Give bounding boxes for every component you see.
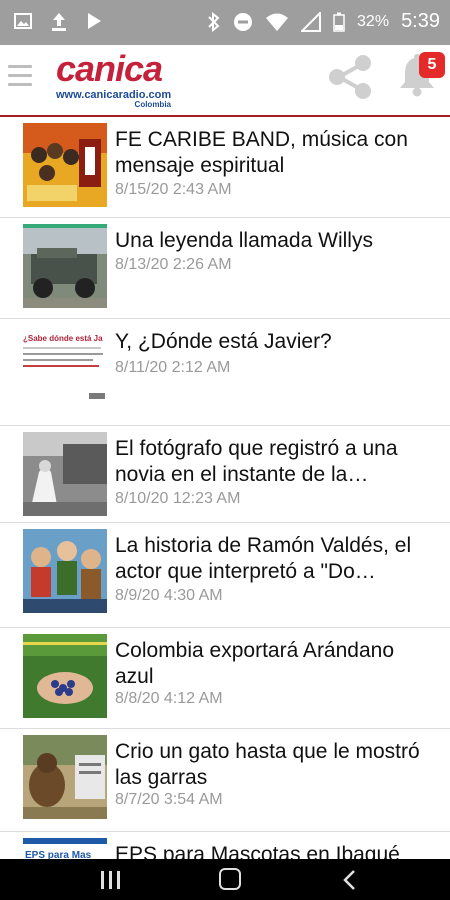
logo-word: canica	[56, 48, 163, 89]
signal-icon	[301, 11, 322, 32]
article-title[interactable]: La historia de Ramón Valdés, el actor qu…	[115, 533, 435, 585]
bluetooth-icon	[207, 11, 221, 32]
back-icon[interactable]	[342, 869, 356, 896]
logo-country: Colombia	[134, 100, 171, 109]
battery-icon	[333, 12, 345, 32]
list-item[interactable]: ¿Sabe dónde está Ja Y, ¿Dónde está Javie…	[0, 319, 450, 426]
system-navigation-bar	[0, 859, 450, 900]
gallery-icon	[14, 12, 32, 32]
notification-badge[interactable]: 5	[419, 52, 445, 78]
article-thumbnail	[23, 432, 107, 516]
list-item[interactable]: Una leyenda llamada Willys 8/13/20 2:26 …	[0, 218, 450, 319]
list-item[interactable]: EPS para Mas EPS para Mascotas en Ibagué	[0, 832, 450, 859]
clock: 5:39	[401, 10, 440, 32]
article-thumbnail	[23, 735, 107, 819]
list-item[interactable]: Colombia exportará Arándano azul 8/8/20 …	[0, 628, 450, 729]
article-date: 8/15/20 2:43 AM	[115, 181, 232, 198]
upload-icon	[50, 12, 68, 32]
list-item[interactable]: La historia de Ramón Valdés, el actor qu…	[0, 523, 450, 628]
status-bar: 32% 5:39	[0, 0, 450, 45]
article-thumbnail	[23, 529, 107, 613]
list-item[interactable]: El fotógrafo que registró a una novia en…	[0, 426, 450, 523]
article-title[interactable]: Una leyenda llamada Willys	[115, 228, 435, 254]
article-title[interactable]: El fotógrafo que registró a una novia en…	[115, 436, 435, 488]
status-right-icons: 32% 5:39	[207, 10, 440, 33]
article-title[interactable]: FE CARIBE BAND, música con mensaje espir…	[115, 127, 435, 179]
article-thumbnail	[23, 123, 107, 207]
article-thumbnail	[23, 224, 107, 308]
article-date: 8/11/20 2:12 AM	[115, 359, 231, 376]
hamburger-menu-icon[interactable]	[8, 65, 32, 91]
article-thumbnail: ¿Sabe dónde está Ja	[23, 329, 107, 413]
battery-percent: 32%	[357, 12, 390, 30]
thumbnail-text: EPS para Mas	[25, 850, 92, 859]
home-icon[interactable]	[219, 868, 241, 890]
article-title[interactable]: Crio un gato hasta que le mostró las gar…	[115, 739, 435, 791]
do-not-disturb-icon	[233, 12, 253, 32]
wifi-icon	[265, 12, 289, 32]
status-left-icons	[14, 12, 102, 32]
share-icon[interactable]	[325, 52, 375, 107]
article-thumbnail	[23, 634, 107, 718]
article-title[interactable]: EPS para Mascotas en Ibagué	[115, 842, 435, 859]
article-date: 8/13/20 2:26 AM	[115, 256, 232, 273]
article-date: 8/10/20 12:23 AM	[115, 490, 241, 507]
list-item[interactable]: Crio un gato hasta que le mostró las gar…	[0, 729, 450, 832]
article-date: 8/8/20 4:12 AM	[115, 690, 223, 707]
article-date: 8/9/20 4:30 AM	[115, 587, 223, 604]
article-thumbnail: EPS para Mas	[23, 838, 107, 859]
article-title[interactable]: Colombia exportará Arándano azul	[115, 638, 435, 690]
app-bar: canica www.canicaradio.com Colombia	[0, 45, 450, 117]
thumbnail-text: ¿Sabe dónde está Ja	[23, 334, 103, 343]
article-list: FE CARIBE BAND, música con mensaje espir…	[0, 117, 450, 859]
list-item[interactable]: FE CARIBE BAND, música con mensaje espir…	[0, 117, 450, 218]
article-title[interactable]: Y, ¿Dónde está Javier?	[115, 329, 435, 355]
play-icon	[86, 12, 102, 32]
app-logo[interactable]: canica www.canicaradio.com Colombia	[56, 51, 171, 111]
recent-apps-icon[interactable]	[101, 871, 120, 889]
article-date: 8/7/20 3:54 AM	[115, 791, 223, 808]
